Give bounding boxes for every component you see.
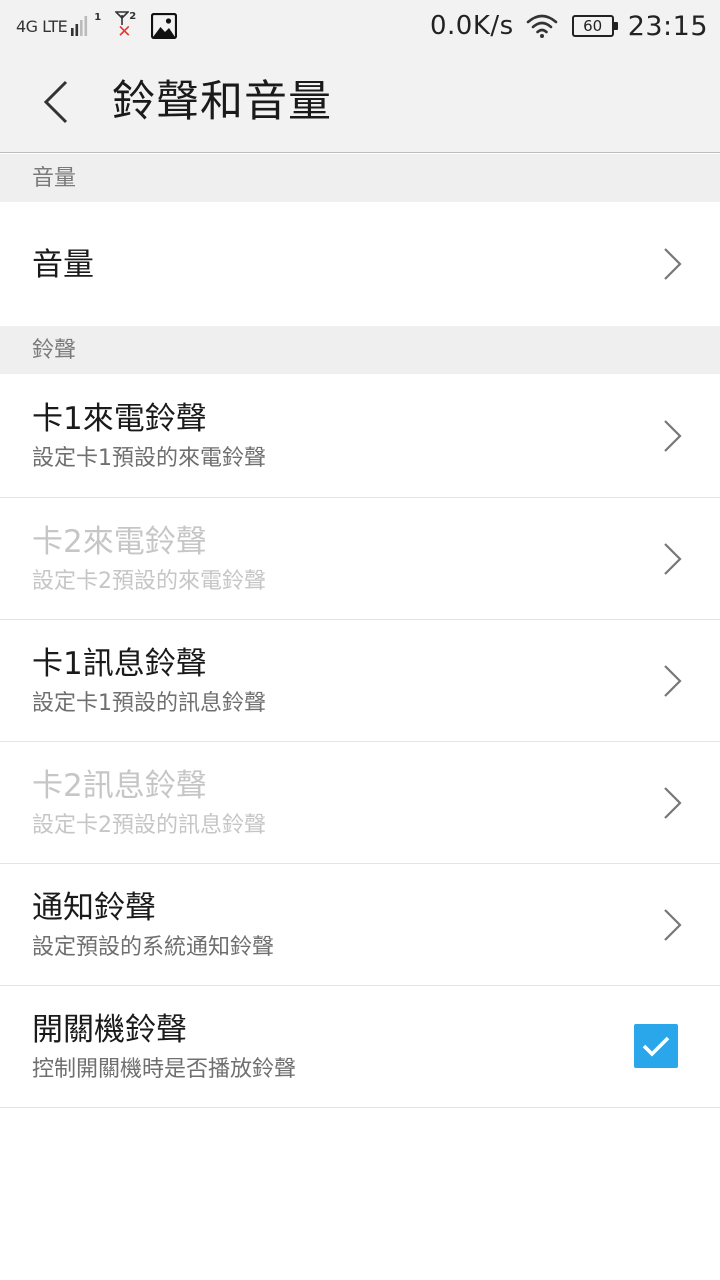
settings-item-subtitle: 設定卡1預設的訊息鈴聲 bbox=[32, 691, 266, 716]
power-ringtone-checkbox[interactable] bbox=[634, 1024, 678, 1068]
page-title: 鈴聲和音量 bbox=[112, 77, 332, 127]
app-bar: 鈴聲和音量 bbox=[0, 52, 720, 153]
settings-item-subtitle: 設定卡1預設的來電鈴聲 bbox=[32, 446, 266, 471]
image-notification-icon bbox=[151, 13, 178, 39]
settings-item-subtitle: 設定卡2預設的來電鈴聲 bbox=[32, 569, 266, 594]
settings-item-subtitle: 設定預設的系統通知鈴聲 bbox=[32, 935, 275, 960]
settings-item-sim1-call-ringtone[interactable]: 卡1來電鈴聲 設定卡1預設的來電鈴聲 bbox=[0, 374, 720, 497]
section-header-volume: 音量 bbox=[0, 154, 720, 202]
section-header-label: 音量 bbox=[32, 166, 77, 191]
no-signal-x-icon: ✕ bbox=[117, 22, 132, 42]
settings-item-title: 卡2訊息鈴聲 bbox=[32, 768, 207, 804]
settings-item-title: 卡1來電鈴聲 bbox=[32, 401, 207, 437]
status-bar: 4G LTE 1 2 ✕ 0.0K/s 60 23:15 bbox=[0, 0, 720, 52]
battery-icon: 60 bbox=[571, 15, 618, 37]
checkmark-icon bbox=[642, 1036, 670, 1057]
chevron-right-icon bbox=[664, 787, 682, 819]
chevron-right-icon bbox=[664, 909, 682, 941]
settings-item-sim2-message-ringtone: 卡2訊息鈴聲 設定卡2預設的訊息鈴聲 bbox=[0, 742, 720, 863]
signal-strength-icon bbox=[71, 16, 88, 36]
sim2-no-service-icon: 2 ✕ bbox=[115, 11, 137, 41]
status-left: 4G LTE 1 2 ✕ bbox=[16, 10, 178, 42]
back-button[interactable] bbox=[28, 72, 84, 132]
section-header-ringtone: 鈴聲 bbox=[0, 326, 720, 374]
battery-level: 60 bbox=[583, 16, 603, 35]
network-type-label: 4G LTE bbox=[16, 16, 68, 36]
settings-item-power-ringtone[interactable]: 開關機鈴聲 控制開關機時是否播放鈴聲 bbox=[0, 986, 720, 1107]
sim1-tag: 1 bbox=[94, 11, 102, 23]
back-arrow-icon bbox=[43, 80, 68, 124]
settings-item-title: 音量 bbox=[32, 247, 94, 283]
settings-item-title: 開關機鈴聲 bbox=[32, 1012, 187, 1048]
section-header-label: 鈴聲 bbox=[32, 338, 77, 363]
chevron-right-icon bbox=[664, 248, 682, 280]
settings-item-title: 卡2來電鈴聲 bbox=[32, 524, 207, 560]
settings-item-title: 卡1訊息鈴聲 bbox=[32, 646, 207, 682]
chevron-right-icon bbox=[664, 665, 682, 697]
settings-item-subtitle: 控制開關機時是否播放鈴聲 bbox=[32, 1057, 297, 1082]
settings-item-subtitle: 設定卡2預設的訊息鈴聲 bbox=[32, 813, 266, 838]
sim2-tag: 2 bbox=[129, 11, 137, 22]
settings-item-notification-ringtone[interactable]: 通知鈴聲 設定預設的系統通知鈴聲 bbox=[0, 864, 720, 985]
settings-item-title: 通知鈴聲 bbox=[32, 890, 156, 926]
settings-item-volume[interactable]: 音量 bbox=[0, 202, 720, 326]
wifi-icon bbox=[526, 14, 557, 38]
chevron-right-icon bbox=[664, 543, 682, 575]
settings-item-sim1-message-ringtone[interactable]: 卡1訊息鈴聲 設定卡1預設的訊息鈴聲 bbox=[0, 620, 720, 741]
row-divider bbox=[0, 1107, 720, 1108]
settings-item-sim2-call-ringtone: 卡2來電鈴聲 設定卡2預設的來電鈴聲 bbox=[0, 498, 720, 619]
status-right: 0.0K/s 60 23:15 bbox=[430, 8, 708, 44]
clock: 23:15 bbox=[627, 10, 708, 42]
network-speed: 0.0K/s bbox=[429, 11, 514, 41]
chevron-right-icon bbox=[664, 420, 682, 452]
